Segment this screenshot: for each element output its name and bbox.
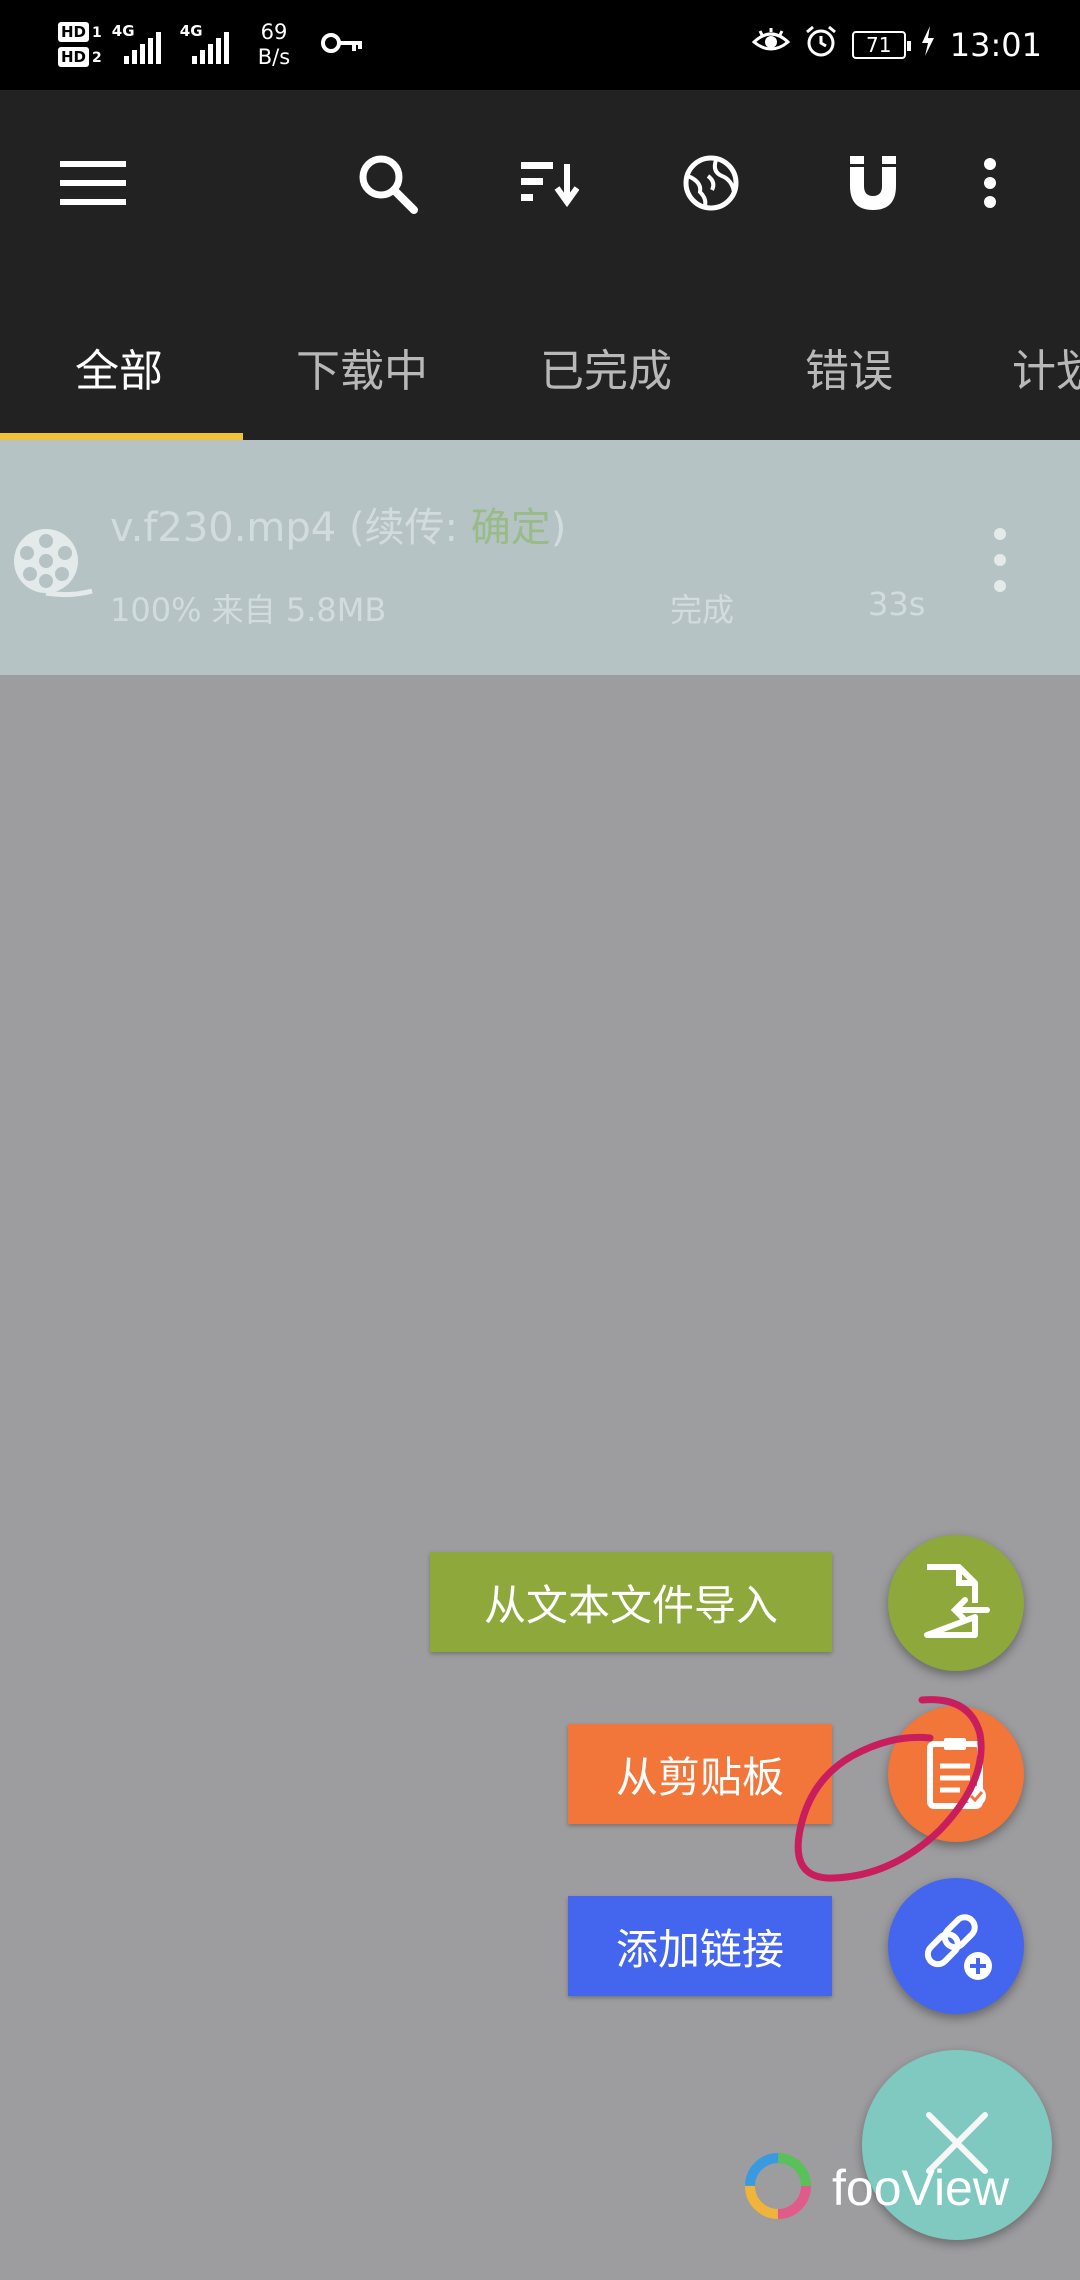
clipboard-icon (924, 1734, 988, 1814)
status-right: 71 13:01 (751, 12, 1042, 78)
download-title: v.f230.mp4 (续传: 确定) (110, 495, 566, 553)
tab-scheduled[interactable]: 计划 (1012, 335, 1080, 399)
magnet-icon[interactable] (828, 138, 918, 228)
status-bar: HD 1 HD 2 4G 4G 69 B/s 71 13:01 (0, 0, 1080, 90)
video-file-icon (10, 525, 94, 603)
add-link-button[interactable] (888, 1878, 1024, 2014)
status-tabs: 全部 下载中 已完成 错误 计划 (0, 275, 1080, 440)
alarm-icon (804, 24, 838, 66)
import-file-button[interactable] (888, 1535, 1024, 1671)
sim-indicators: HD 1 HD 2 (58, 22, 102, 68)
watermark-text: fooView (832, 2160, 1009, 2216)
tab-indicator (0, 433, 243, 440)
signal-1-icon: 4G (112, 22, 170, 68)
signal-2-icon: 4G (180, 22, 238, 68)
status-left: HD 1 HD 2 4G 4G 69 B/s (58, 12, 364, 78)
item-more-icon[interactable] (980, 520, 1020, 600)
import-text-file-label[interactable]: 从文本文件导入 (430, 1552, 832, 1652)
vpn-key-icon (320, 31, 364, 59)
download-status: 完成 (670, 591, 735, 629)
tab-completed[interactable]: 已完成 (540, 335, 672, 399)
tab-downloading[interactable]: 下载中 (296, 335, 428, 399)
tab-all[interactable]: 全部 (75, 335, 163, 399)
network-speed: 69 B/s (257, 20, 291, 69)
tab-error[interactable]: 错误 (805, 335, 893, 399)
sim1-indicator: HD 1 (58, 22, 102, 43)
resume-suffix: ) (550, 505, 567, 551)
resume-prefix: (续传: (336, 505, 471, 551)
fooview-watermark: fooView (740, 2148, 1009, 2228)
file-import-icon (921, 1563, 991, 1643)
clock-time: 13:01 (949, 26, 1042, 64)
more-vert-icon[interactable] (965, 138, 1015, 228)
charging-icon (920, 26, 936, 64)
eye-comfort-icon (751, 26, 791, 64)
download-filename: v.f230.mp4 (110, 505, 337, 551)
resume-value: 确定 (470, 505, 551, 551)
download-progress: 100% 来自 5.8MB (110, 591, 387, 629)
fooview-logo-icon (740, 2148, 816, 2228)
browser-globe-icon[interactable] (666, 138, 756, 228)
add-link-icon (916, 1904, 996, 1988)
app-toolbar (0, 90, 1080, 275)
battery-level: 71 (851, 31, 911, 59)
from-clipboard-button[interactable] (888, 1706, 1024, 1842)
download-list-item[interactable]: v.f230.mp4 (续传: 确定) 100% 来自 5.8MB 完成 33s (0, 440, 1080, 675)
search-icon[interactable] (342, 138, 432, 228)
from-clipboard-label[interactable]: 从剪贴板 (568, 1724, 832, 1824)
sim2-indicator: HD 2 (58, 47, 102, 68)
add-link-label[interactable]: 添加链接 (568, 1896, 832, 1996)
sort-icon[interactable] (504, 138, 594, 228)
menu-icon[interactable] (48, 138, 138, 228)
download-elapsed: 33s (868, 585, 926, 623)
